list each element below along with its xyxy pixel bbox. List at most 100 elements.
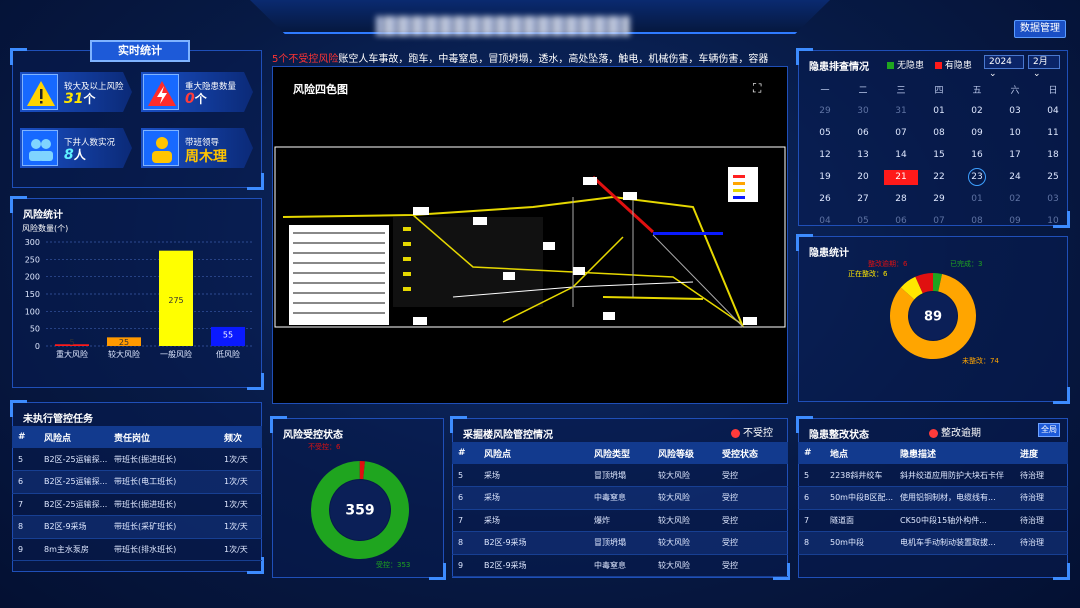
column-header[interactable]: # [12,426,38,448]
panel-title: 采掘楼风险管控情况 [463,430,553,441]
calendar-day[interactable]: 20 [844,172,882,182]
table-row[interactable]: 9 B2区-9采场 中毒窒息 较大风险 受控 [452,554,788,577]
calendar-day[interactable]: 04 [806,216,844,226]
table-cell: 待治理 [1014,486,1068,510]
table-row[interactable]: 8 B2区-9采场 带班长(采矿班长) 1次/天 [12,515,262,539]
table-row[interactable]: 5 2238斜井绞车 斜井绞道应用防护大块石卡伴 待治理 [798,464,1068,487]
column-header[interactable]: 进度 [1014,442,1068,464]
calendar-day[interactable]: 22 [920,172,958,182]
table-row[interactable]: 9 8m主水泵房 带班长(排水班长) 1次/天 [12,538,262,561]
data-management-button[interactable]: 数据管理 [1014,20,1066,38]
calendar-day[interactable]: 11 [1034,128,1072,138]
column-header[interactable]: # [452,442,478,464]
column-header[interactable]: 隐患描述 [894,442,1014,464]
calendar-day[interactable]: 28 [882,194,920,204]
calendar-day[interactable]: 13 [844,150,882,160]
calendar-day[interactable]: 02 [958,106,996,116]
table-cell: 5 [798,464,824,487]
calendar-day[interactable]: 31 [882,106,920,116]
week-row: 12 13 14 15 16 17 18 [806,144,1072,166]
table-row[interactable]: 7 采场 爆炸 较大风险 受控 [452,509,788,532]
table-cell: 6 [12,470,38,494]
year-select[interactable]: 2024 ⌄ [984,55,1024,79]
column-header[interactable]: 地点 [824,442,894,464]
calendar-day[interactable]: 03 [996,106,1034,116]
calendar-day[interactable]: 04 [1034,106,1072,116]
column-header[interactable]: 风险类型 [588,442,652,464]
risk-marquee: 5个不受控风险账空人车事故，跑车，中毒窒息，冒顶坍塌，透水，高处坠落，触电，机械… [272,54,769,65]
panel-title: 未执行管控任务 [23,414,93,425]
month-select[interactable]: 2月 ⌄ [1028,55,1060,79]
table-row[interactable]: 7 B2区-25运输探... 带班长(掘进班长) 1次/天 [12,493,262,516]
table-cell: 冒顶坍塌 [588,464,652,487]
calendar-day[interactable]: 29 [920,194,958,204]
calendar-legend: 无隐患 有隐患 [879,58,972,71]
day-number: 04 [819,216,831,226]
calendar-day[interactable]: 12 [806,150,844,160]
table-cell: 50m中段 [824,531,894,555]
calendar-day[interactable]: 01 [920,106,958,116]
calendar-day[interactable]: 09 [958,128,996,138]
table-row[interactable]: 8 50m中段 电机车手动制动装置取拔... 待治理 [798,531,1068,555]
table-row[interactable]: 5 采场 冒顶坍塌 较大风险 受控 [452,464,788,487]
calendar-day[interactable]: 27 [844,194,882,204]
calendar-day[interactable]: 23 [958,168,996,186]
calendar-day[interactable]: 01 [958,194,996,204]
calendar-day[interactable]: 10 [996,128,1034,138]
calendar-day[interactable]: 16 [958,150,996,160]
calendar-day[interactable]: 07 [920,216,958,226]
day-number: 26 [819,194,831,204]
calendar-day[interactable]: 21 [882,169,920,185]
table-row[interactable]: 8 B2区-9采场 冒顶坍塌 较大风险 受控 [452,531,788,555]
day-number: 24 [1009,172,1021,182]
calendar-day[interactable]: 03 [1034,194,1072,204]
all-button[interactable]: 全局 [1038,423,1060,437]
calendar-day[interactable]: 29 [806,106,844,116]
column-header[interactable]: 责任岗位 [108,426,218,448]
table-row[interactable]: 5 B2区-25运输探... 带班长(掘进班长) 1次/天 [12,448,262,471]
calendar-day[interactable]: 08 [958,216,996,226]
table-row[interactable]: 6 B2区-25运输探... 带班长(电工班长) 1次/天 [12,470,262,494]
table-cell: 带班长(采矿班长) [108,515,218,539]
stat-large-risk: 较大及以上风险 31个 [20,72,132,112]
calendar-day[interactable]: 17 [996,150,1034,160]
column-header[interactable]: 风险点 [478,442,588,464]
calendar-day[interactable]: 26 [806,194,844,204]
day-number: 03 [1009,106,1021,116]
x-tick-label: 一般风险 [160,349,192,359]
calendar-day[interactable]: 06 [844,128,882,138]
table-row[interactable]: 7 隧道面 CK50中段15轴外构件... 待治理 [798,509,1068,532]
calendar-day[interactable]: 25 [1034,172,1072,182]
column-header[interactable]: 风险点 [38,426,108,448]
uncontrolled-filter[interactable]: 不受控 [731,424,773,439]
day-number: 08 [933,128,945,138]
column-header[interactable]: 频次 [218,426,262,448]
calendar-day[interactable]: 30 [844,106,882,116]
legend-green-dot [887,62,894,69]
calendar-day[interactable]: 14 [882,150,920,160]
calendar-day[interactable]: 19 [806,172,844,182]
table-row[interactable]: 6 采场 中毒窒息 较大风险 受控 [452,486,788,510]
panel-title: 隐患整改状态 [809,430,869,441]
pending-tasks-table: # 风险点 责任岗位 频次 5 B2区-25运输探... 带班长(掘进班长) 1次/天 6 B2区… [12,426,262,561]
overdue-filter[interactable]: 整改逾期 [929,424,981,439]
column-header[interactable]: 受控状态 [716,442,788,464]
calendar-day[interactable]: 02 [996,194,1034,204]
risk-four-color-map[interactable]: 风险四色图 ⛶ [272,66,788,404]
calendar-day[interactable]: 18 [1034,150,1072,160]
table-cell: 较大风险 [652,464,716,487]
table-cell: 待治理 [1014,509,1068,532]
calendar-day[interactable]: 05 [806,128,844,138]
calendar-day[interactable]: 07 [882,128,920,138]
calendar-day[interactable]: 08 [920,128,958,138]
day-number: 10 [1009,128,1021,138]
calendar-day[interactable]: 15 [920,150,958,160]
calendar-day[interactable]: 06 [882,216,920,226]
calendar-day[interactable]: 09 [996,216,1034,226]
calendar-day[interactable]: 05 [844,216,882,226]
calendar-day[interactable]: 10 [1034,216,1072,226]
table-row[interactable]: 6 50m中段B区配... 使用铝铜制材，电缆线有... 待治理 [798,486,1068,510]
calendar-day[interactable]: 24 [996,172,1034,182]
column-header[interactable]: 风险等级 [652,442,716,464]
column-header[interactable]: # [798,442,824,464]
